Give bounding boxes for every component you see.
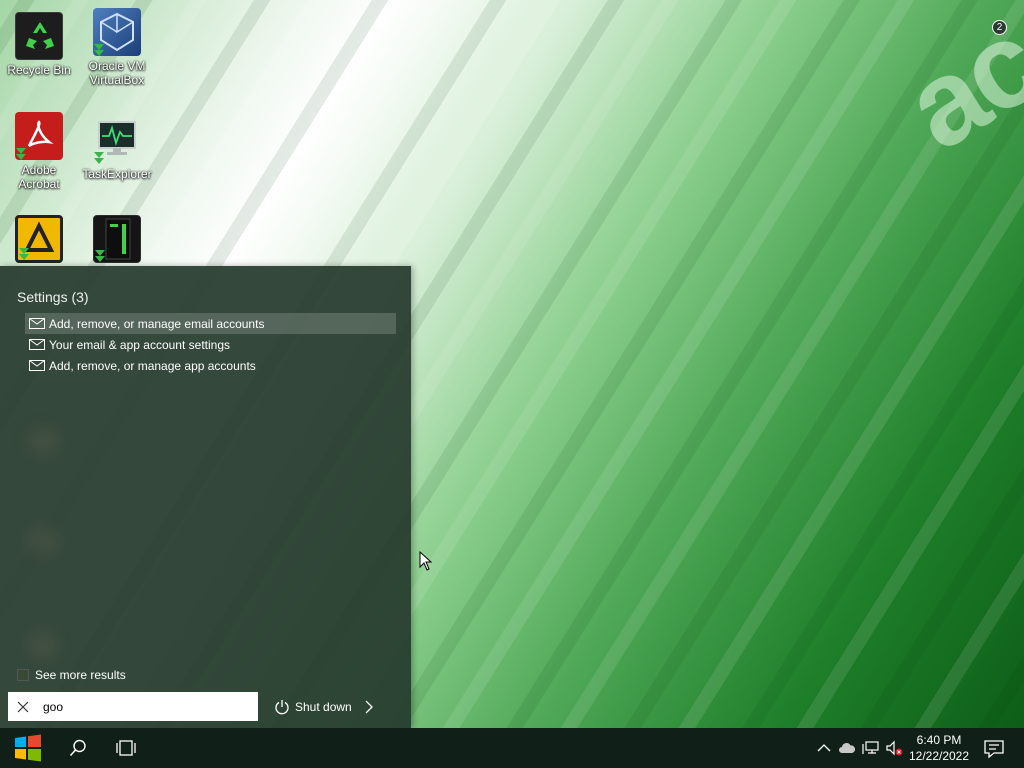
result-manage-email-accounts[interactable]: Add, remove, or manage email accounts (25, 313, 396, 334)
taskbar: 6:40 PM 12/22/2022 (0, 728, 1024, 768)
network-icon[interactable] (862, 740, 880, 756)
computer-case-icon (93, 215, 141, 263)
mail-icon (29, 360, 45, 371)
notification-count-badge: 2 (992, 20, 1007, 35)
shortcut-arrow-icon (94, 152, 104, 164)
desktop-icon-task-explorer[interactable]: TaskExplorer (78, 116, 156, 181)
desktop-icon-virtualbox[interactable]: Oracle VM VirtualBox (78, 8, 156, 87)
show-hidden-icons-chevron-up-icon[interactable] (815, 740, 833, 756)
blurred-background-icon (26, 526, 60, 556)
volume-muted-icon[interactable] (885, 740, 903, 756)
acrobat-icon (15, 112, 63, 160)
taskbar-search-button[interactable] (54, 728, 102, 768)
start-button[interactable] (4, 728, 52, 768)
search-box (8, 692, 258, 721)
shortcut-arrow-icon (16, 148, 26, 160)
shortcut-arrow-icon (95, 250, 105, 262)
chevron-right-icon[interactable] (364, 700, 374, 714)
desktop-icon-label: TaskExplorer (82, 167, 152, 181)
desktop-icon-label: Oracle VM VirtualBox (88, 59, 146, 87)
close-icon (17, 701, 29, 712)
shortcut-arrow-icon (19, 248, 29, 260)
onedrive-cloud-icon[interactable] (838, 740, 856, 756)
result-email-app-account-settings[interactable]: Your email & app account settings (25, 334, 396, 355)
see-more-results-link[interactable]: See more results (17, 668, 126, 682)
desktop-icon-adobe-acrobat[interactable]: Adobe Acrobat (0, 112, 78, 191)
blurred-background-icon (26, 631, 60, 661)
clock-date: 12/22/2022 (908, 749, 970, 763)
settings-section-title: Settings (3) (17, 289, 89, 305)
desktop-icon-recycle-bin[interactable]: Recycle Bin (0, 12, 78, 77)
desktop-icon-label: Recycle Bin (7, 63, 71, 77)
search-app-icon (17, 669, 29, 681)
blurred-background-icon (26, 426, 60, 456)
search-results-panel: Settings (3) Add, remove, or manage emai… (0, 266, 411, 728)
shut-down-button[interactable]: Shut down (274, 697, 352, 717)
search-icon (69, 739, 86, 757)
see-more-label: See more results (35, 668, 126, 682)
virtualbox-icon (93, 8, 141, 57)
task-explorer-icon (93, 116, 141, 164)
shortcut-arrow-icon (93, 43, 105, 57)
result-label: Add, remove, or manage app accounts (49, 358, 256, 373)
search-input[interactable] (38, 693, 248, 720)
aimp-icon (15, 215, 63, 263)
action-center-notification-icon[interactable] (982, 738, 1006, 760)
task-view-icon (116, 740, 136, 756)
taskbar-clock[interactable]: 6:40 PM 12/22/2022 (906, 732, 972, 764)
shut-down-label: Shut down (295, 700, 352, 714)
clock-time: 6:40 PM (916, 733, 962, 747)
desktop-icon-computer-case[interactable] (78, 215, 156, 266)
mail-icon (29, 339, 45, 350)
result-label: Your email & app account settings (49, 337, 231, 352)
task-view-button[interactable] (102, 728, 150, 768)
settings-results-list: Add, remove, or manage email accounts Yo… (25, 313, 396, 376)
desktop-icon-label: Adobe Acrobat (18, 163, 60, 191)
result-label: Add, remove, or manage email accounts (49, 316, 265, 331)
mouse-cursor-icon (419, 551, 433, 571)
clear-search-button[interactable] (8, 692, 38, 721)
mail-icon (29, 318, 45, 329)
recycle-bin-icon (15, 12, 63, 60)
power-icon (275, 700, 289, 715)
desktop-icon-aimp[interactable] (0, 215, 78, 266)
windows-logo-icon (15, 734, 41, 762)
result-manage-app-accounts[interactable]: Add, remove, or manage app accounts (25, 355, 396, 376)
